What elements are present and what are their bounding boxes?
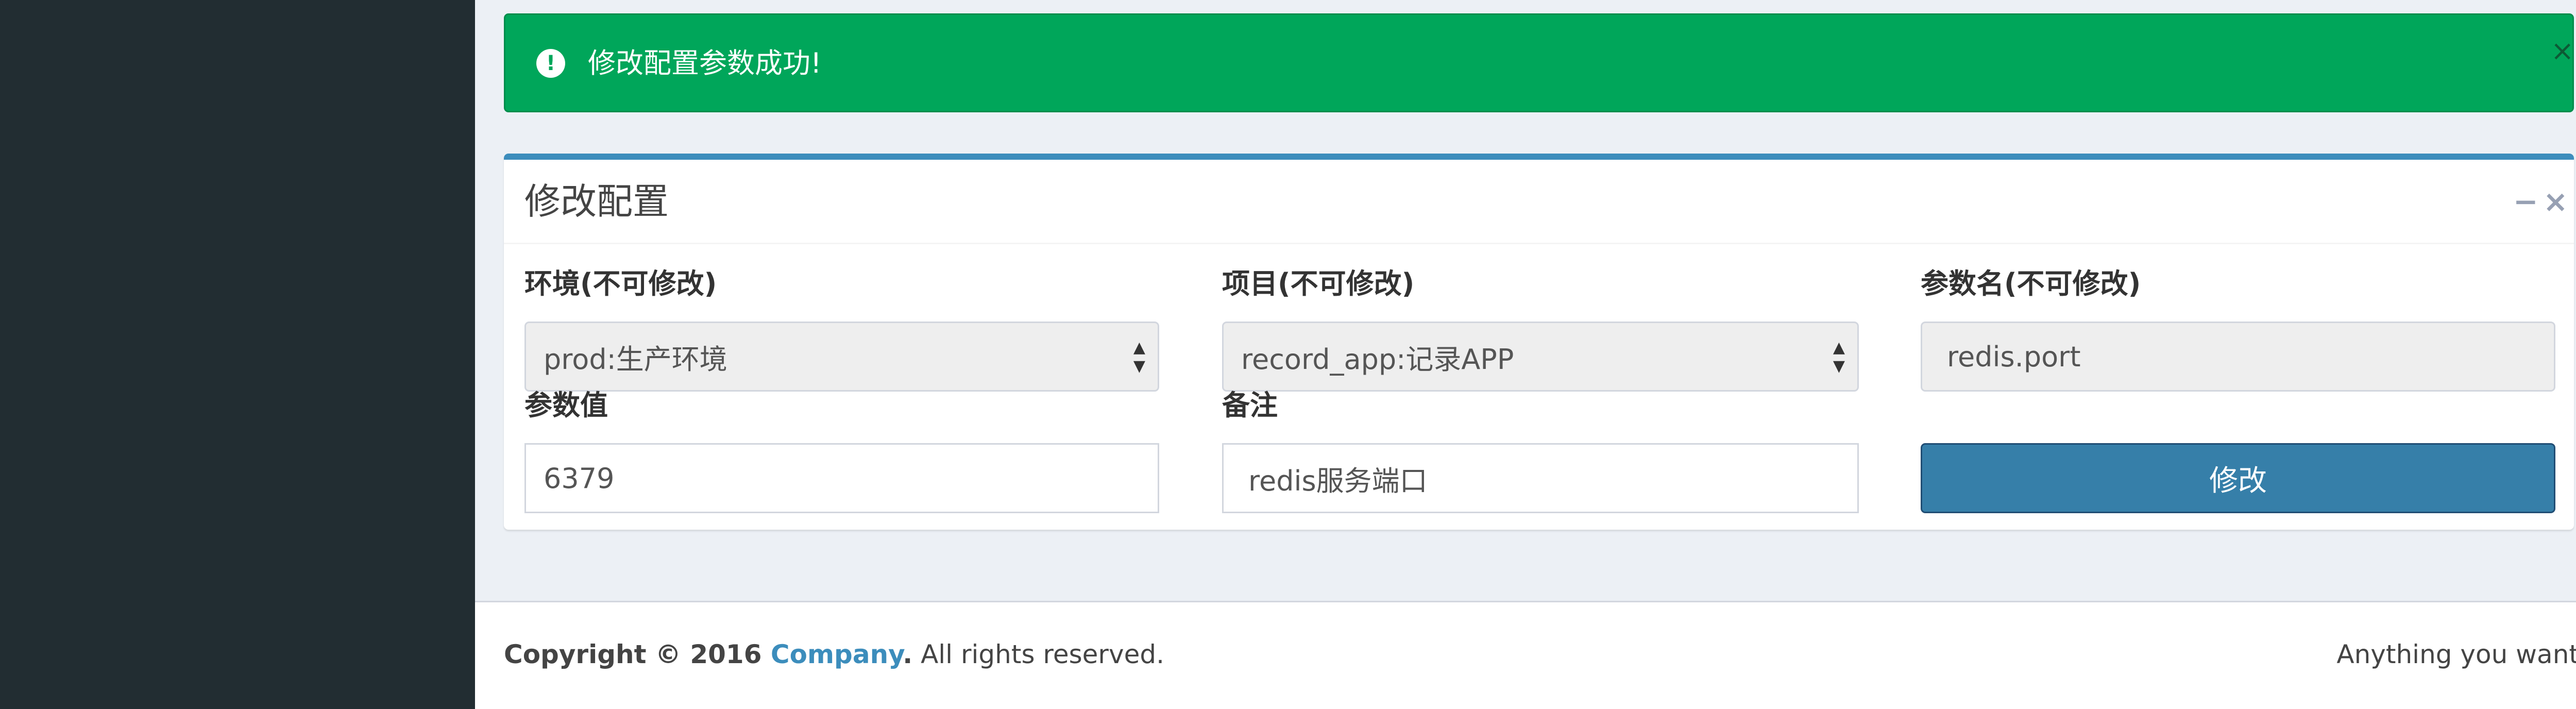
env-select[interactable]: prod:生产环境 ▲ ▼ bbox=[524, 322, 1159, 392]
footer: Copyright © 2016 Company. All rights res… bbox=[475, 601, 2576, 709]
submit-button[interactable]: 修改 bbox=[1921, 443, 2555, 513]
footer-right-text: Anything you want bbox=[2336, 639, 2576, 669]
param-value-text: 6379 bbox=[544, 462, 615, 495]
close-icon[interactable]: × bbox=[2543, 183, 2568, 220]
select-arrows-icon: ▲ ▼ bbox=[1833, 339, 1845, 375]
copyright-dot: . bbox=[903, 639, 913, 669]
alert-message: 修改配置参数成功! bbox=[588, 47, 822, 79]
remark-label: 备注 bbox=[1222, 389, 1278, 421]
copyright-prefix: Copyright © 2016 bbox=[504, 639, 771, 669]
footer-copyright: Copyright © 2016 Company. All rights res… bbox=[504, 636, 1164, 672]
copyright-suffix: All rights reserved. bbox=[912, 639, 1164, 669]
company-link[interactable]: Company bbox=[771, 639, 903, 669]
env-select-value: prod:生产环境 bbox=[544, 343, 727, 376]
param-value-input[interactable]: 6379 bbox=[524, 443, 1159, 513]
minimize-icon[interactable]: − bbox=[2513, 183, 2538, 220]
param-value-label: 参数值 bbox=[524, 389, 608, 421]
param-name-field[interactable]: redis.port bbox=[1921, 322, 2555, 392]
param-name-label: 参数名(不可修改) bbox=[1921, 267, 2141, 300]
content-wrapper: ! 修改配置参数成功! × 修改配置 − × 环境(不可修改) prod:生产环… bbox=[475, 0, 2576, 601]
box-title: 修改配置 bbox=[524, 180, 669, 223]
remark-text: redis服务端口 bbox=[1248, 464, 1428, 497]
env-label: 环境(不可修改) bbox=[524, 267, 717, 300]
sidebar bbox=[0, 0, 475, 709]
project-select[interactable]: record_app:记录APP ▲ ▼ bbox=[1222, 322, 1859, 392]
success-alert: ! 修改配置参数成功! × bbox=[504, 13, 2574, 112]
edit-config-box: 修改配置 − × 环境(不可修改) prod:生产环境 ▲ ▼ 项目(不可修改) … bbox=[504, 154, 2574, 530]
alert-close-button[interactable]: × bbox=[2551, 36, 2574, 66]
exclamation-circle-icon: ! bbox=[536, 49, 565, 78]
remark-input[interactable]: redis服务端口 bbox=[1222, 443, 1859, 513]
project-select-value: record_app:记录APP bbox=[1241, 343, 1514, 376]
box-header: 修改配置 − × bbox=[504, 160, 2574, 244]
select-arrows-icon: ▲ ▼ bbox=[1133, 339, 1145, 375]
param-name-value: redis.port bbox=[1947, 340, 2081, 373]
project-label: 项目(不可修改) bbox=[1222, 267, 1415, 300]
